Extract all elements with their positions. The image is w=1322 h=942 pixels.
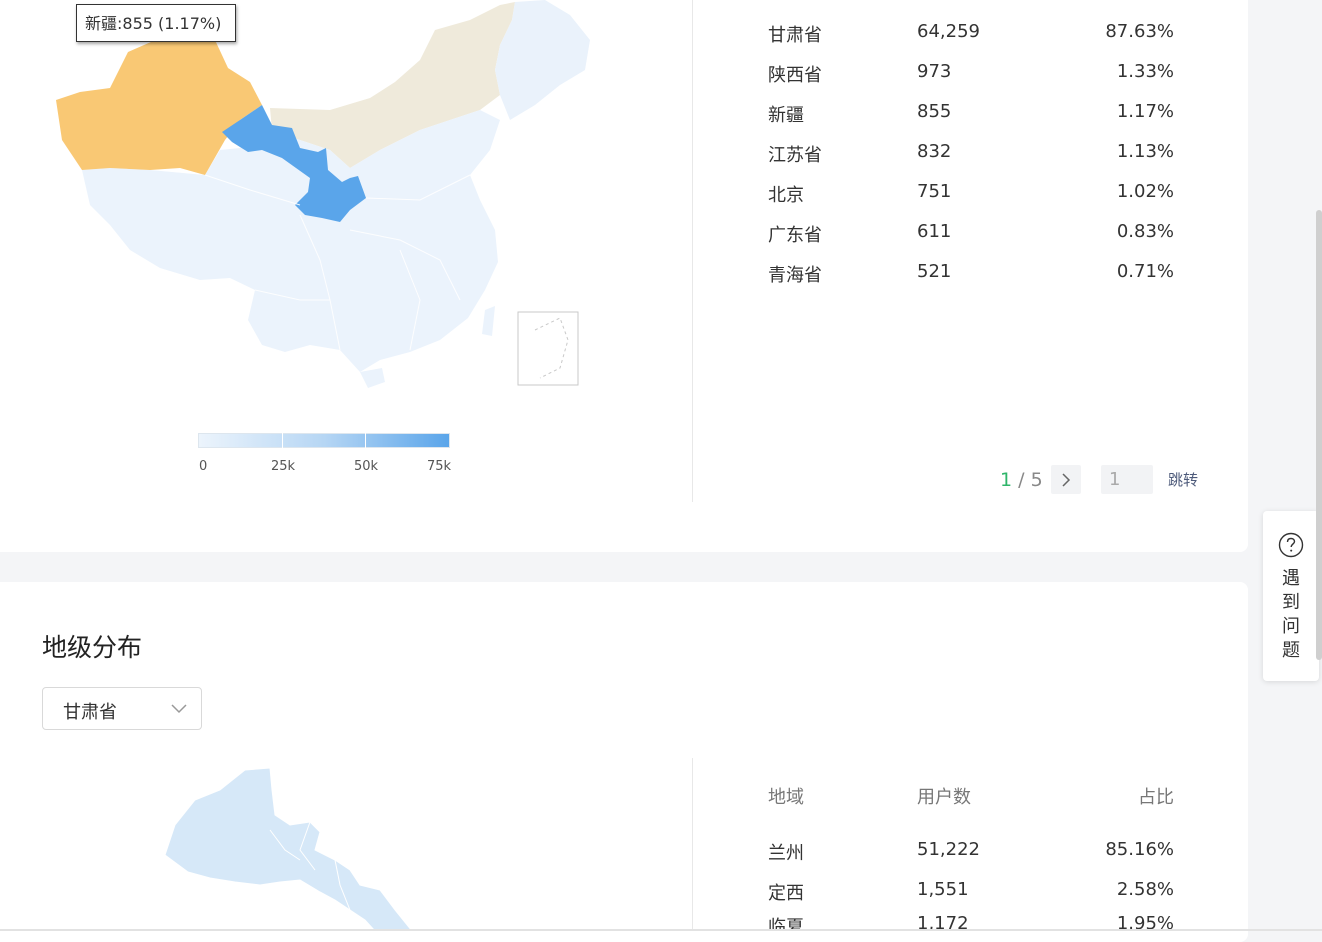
user-percentage: 1.13% — [1116, 141, 1174, 162]
user-percentage: 1.33% — [1116, 61, 1174, 82]
user-count: 51,222 — [917, 839, 980, 860]
gansu-city-map[interactable] — [150, 760, 450, 931]
south-sea-inset — [517, 311, 579, 386]
region-name: 定西 — [768, 883, 804, 904]
province-select[interactable]: 甘肃省 — [42, 687, 202, 730]
chevron-right-icon — [1062, 472, 1071, 487]
table-row: 北京 751 1.02% — [768, 181, 1174, 211]
user-percentage: 87.63% — [1105, 21, 1174, 42]
card-divider — [692, 0, 693, 502]
column-header-users: 用户数 — [917, 787, 971, 808]
user-percentage: 2.58% — [1116, 879, 1174, 900]
section-title: 地级分布 — [42, 633, 143, 662]
select-value: 甘肃省 — [63, 702, 117, 723]
user-percentage: 1.02% — [1116, 181, 1174, 202]
help-label-char: 问 — [1282, 616, 1300, 637]
region-name: 江苏省 — [768, 145, 822, 166]
legend-tick: 75k — [427, 459, 452, 474]
table-header: 地域 用户数 占比 — [768, 783, 1174, 813]
china-province-map[interactable] — [0, 0, 692, 420]
next-page-button[interactable] — [1051, 465, 1081, 494]
help-label-char: 到 — [1282, 592, 1300, 613]
help-label: 遇 到 问 题 — [1263, 567, 1319, 663]
legend-tick: 25k — [271, 459, 296, 474]
user-count: 973 — [917, 61, 952, 82]
user-percentage: 1.95% — [1116, 913, 1174, 929]
help-label-char: 题 — [1282, 640, 1300, 661]
region-name: 临夏 — [768, 917, 804, 929]
user-percentage: 1.17% — [1116, 101, 1174, 122]
user-count: 855 — [917, 101, 952, 122]
page-jump-button[interactable]: 跳转 — [1168, 465, 1198, 495]
table-row: 临夏 1,172 1.95% — [768, 913, 1174, 929]
map-tooltip: 新疆:855 (1.17%) — [76, 4, 236, 42]
table-row: 青海省 521 0.71% — [768, 261, 1174, 291]
map-region-hainan[interactable] — [360, 368, 385, 388]
region-name: 北京 — [768, 185, 804, 206]
card-divider — [692, 758, 693, 931]
region-name: 兰州 — [768, 843, 804, 864]
table-row: 陕西省 973 1.33% — [768, 61, 1174, 91]
page-scrollbar[interactable] — [1316, 210, 1322, 660]
page-jump-input[interactable]: 1 — [1101, 465, 1153, 494]
region-name: 陕西省 — [768, 65, 822, 86]
table-row: 广东省 611 0.83% — [768, 221, 1174, 251]
current-page: 1 — [1000, 469, 1013, 491]
user-count: 1,172 — [917, 913, 969, 929]
table-row: 兰州 51,222 85.16% — [768, 839, 1174, 869]
region-name: 新疆 — [768, 105, 804, 126]
help-label-char: 遇 — [1282, 568, 1300, 589]
question-circle-icon — [1278, 532, 1304, 558]
map-region-taiwan[interactable] — [482, 306, 495, 336]
table-row: 江苏省 832 1.13% — [768, 141, 1174, 171]
column-header-region: 地域 — [768, 787, 804, 808]
user-count: 64,259 — [917, 21, 980, 42]
map-color-legend[interactable] — [198, 433, 450, 448]
user-count: 832 — [917, 141, 952, 162]
user-percentage: 0.83% — [1116, 221, 1174, 242]
user-count: 521 — [917, 261, 952, 282]
chevron-down-icon — [171, 704, 187, 714]
region-name: 广东省 — [768, 225, 822, 246]
user-count: 751 — [917, 181, 952, 202]
table-row: 定西 1,551 2.58% — [768, 879, 1174, 909]
user-percentage: 0.71% — [1116, 261, 1174, 282]
user-count: 611 — [917, 221, 952, 242]
page-indicator: 1 / 5 — [1000, 465, 1043, 495]
total-pages: 5 — [1030, 469, 1043, 491]
region-name: 甘肃省 — [768, 25, 822, 46]
user-percentage: 85.16% — [1105, 839, 1174, 860]
user-count: 1,551 — [917, 879, 969, 900]
legend-tick: 0 — [199, 459, 208, 474]
table-row: 新疆 855 1.17% — [768, 101, 1174, 131]
table-row: 甘肃省 64,259 87.63% — [768, 21, 1174, 51]
help-widget[interactable]: 遇 到 问 题 — [1263, 511, 1319, 681]
legend-tick: 50k — [354, 459, 379, 474]
region-name: 青海省 — [768, 265, 822, 286]
page-separator: / — [1012, 469, 1031, 491]
column-header-percentage: 占比 — [1138, 787, 1174, 808]
